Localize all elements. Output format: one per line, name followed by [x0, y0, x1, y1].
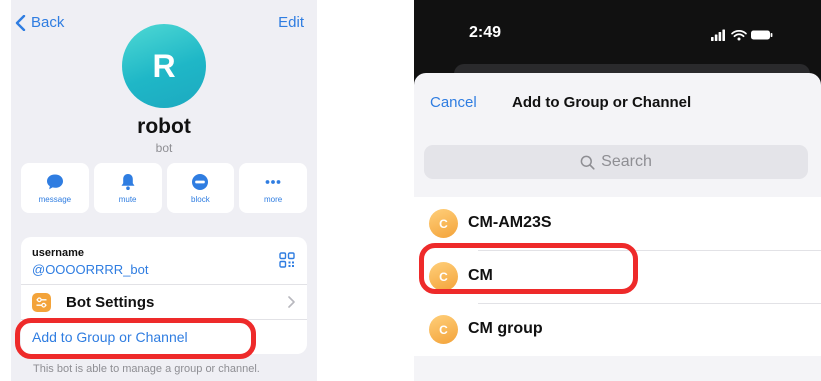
chat-item-cm-group[interactable]: C CM group — [414, 303, 821, 356]
mute-button[interactable]: mute — [93, 163, 162, 213]
add-to-group-sheet: Cancel Add to Group or Channel Search C … — [414, 73, 821, 381]
add-to-group-screen: 2:49 Cancel Add to Group or Channel Sear… — [414, 0, 821, 381]
chat-avatar: C — [429, 209, 458, 238]
bot-avatar-letter: R — [152, 47, 176, 84]
block-icon — [192, 174, 209, 190]
status-time: 2:49 — [469, 24, 502, 41]
chat-name: CM-AM23S — [468, 214, 552, 231]
more-label: more — [264, 195, 283, 204]
footer-note: This bot is able to manage a group or ch… — [33, 363, 260, 375]
chat-avatar: C — [429, 315, 458, 344]
wifi-icon — [731, 30, 747, 41]
highlight-chat-cm — [419, 243, 638, 294]
chat-name: CM group — [468, 320, 543, 337]
block-button[interactable]: block — [166, 163, 235, 213]
username-label: username — [32, 247, 84, 259]
block-label: block — [191, 195, 210, 204]
more-icon — [265, 180, 281, 184]
username-value[interactable]: @OOOORRRR_bot — [32, 262, 149, 277]
bell-icon — [121, 174, 135, 190]
back-label: Back — [31, 14, 65, 31]
bot-settings-label: Bot Settings — [66, 294, 155, 311]
status-icons — [711, 29, 773, 41]
search-input[interactable]: Search — [424, 145, 808, 179]
bot-settings-row[interactable]: Bot Settings — [21, 285, 307, 320]
back-button[interactable]: Back — [14, 14, 64, 31]
chevron-right-icon — [288, 296, 295, 308]
profile-actions: message mute block more — [21, 163, 307, 213]
sheet-title: Add to Group or Channel — [512, 94, 692, 111]
message-icon — [46, 174, 63, 190]
signal-icon — [711, 29, 725, 41]
settings-sliders-icon — [32, 293, 51, 312]
search-icon — [580, 155, 595, 170]
profile-subtitle: bot — [155, 141, 173, 155]
mute-label: mute — [118, 195, 137, 204]
battery-icon — [751, 30, 773, 40]
search-placeholder: Search — [601, 153, 652, 170]
message-button[interactable]: message — [21, 163, 89, 213]
more-button[interactable]: more — [239, 163, 307, 213]
cancel-button[interactable]: Cancel — [430, 94, 477, 111]
qr-code-icon[interactable] — [279, 252, 295, 268]
message-label: message — [38, 195, 72, 204]
chevron-left-icon — [15, 14, 26, 31]
bot-avatar[interactable]: R — [122, 24, 206, 108]
username-row[interactable]: username @OOOORRRR_bot — [21, 237, 307, 285]
highlight-add-to-group — [15, 318, 256, 359]
profile-name: robot — [137, 115, 191, 138]
edit-button[interactable]: Edit — [278, 14, 304, 31]
